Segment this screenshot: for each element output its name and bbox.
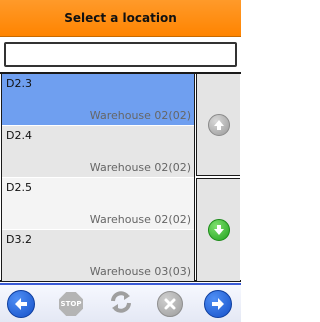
location-warehouse: Warehouse 02(02) [89, 161, 191, 174]
location-code: D2.5 [6, 181, 32, 194]
search-input[interactable] [4, 42, 237, 67]
refresh-button[interactable] [106, 289, 136, 319]
forward-button[interactable] [203, 289, 233, 319]
header-bar: Select a location [0, 0, 241, 37]
location-row[interactable]: D3.2 Warehouse 03(03) [2, 230, 194, 281]
arrow-right-blue-icon [204, 290, 232, 318]
location-code: D2.3 [6, 77, 32, 90]
stop-label: STOP [60, 300, 82, 308]
location-code: D3.2 [6, 233, 32, 246]
stop-button[interactable]: STOP [56, 289, 86, 319]
back-button[interactable] [6, 289, 36, 319]
close-gray-icon [157, 291, 183, 317]
location-row[interactable]: D2.3 Warehouse 02(02) [2, 74, 194, 126]
location-warehouse: Warehouse 02(02) [89, 109, 191, 122]
refresh-gray-icon [107, 288, 135, 320]
cancel-button[interactable] [155, 289, 185, 319]
location-warehouse: Warehouse 03(03) [89, 265, 191, 278]
arrow-down-green-icon [207, 219, 230, 241]
location-row[interactable]: D2.4 Warehouse 02(02) [2, 126, 194, 178]
scroll-column [196, 74, 240, 281]
stop-icon: STOP [59, 292, 83, 316]
arrow-up-gray-icon [207, 113, 230, 136]
arrow-left-blue-icon [7, 290, 35, 318]
location-row[interactable]: D2.5 Warehouse 02(02) [2, 178, 194, 230]
scroll-up-button[interactable] [196, 74, 240, 176]
location-warehouse: Warehouse 02(02) [89, 213, 191, 226]
scroll-down-button[interactable] [196, 178, 240, 281]
location-list: D2.3 Warehouse 02(02) D2.4 Warehouse 02(… [1, 74, 195, 281]
page-title: Select a location [64, 11, 177, 25]
location-code: D2.4 [6, 129, 32, 142]
bottom-toolbar: STOP [0, 283, 241, 322]
